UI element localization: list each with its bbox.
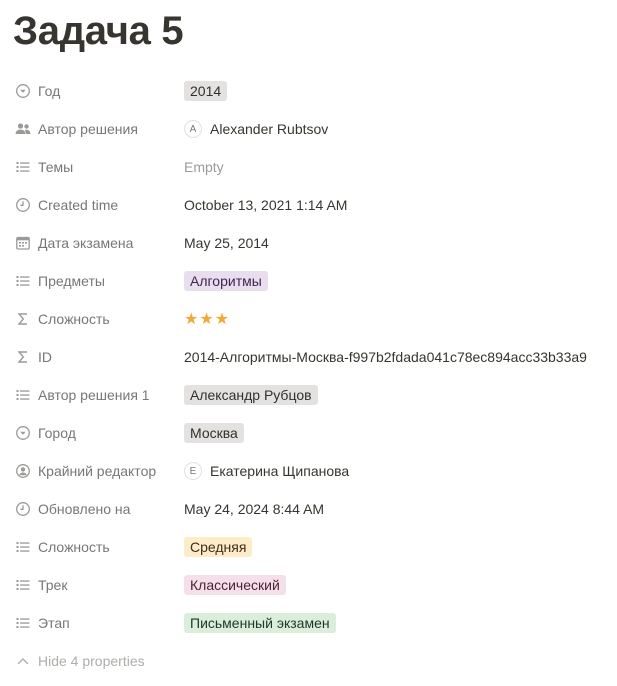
tag-badge: Письменный экзамен	[184, 613, 336, 633]
property-row: ID 2014-Алгоритмы-Москва-f997b2fdada041c7…	[0, 338, 617, 376]
property-label: Created time	[38, 197, 119, 213]
properties-list: Год 2014 Автор решения A Alexander Rubtsov Те…	[0, 72, 617, 642]
property-value[interactable]: ★★★	[184, 300, 607, 338]
property-label: Год	[38, 83, 61, 99]
property-name[interactable]: Автор решения 1	[14, 376, 179, 414]
person-circle-icon	[14, 462, 32, 480]
property-row: Обновлено на May 24, 2024 8:44 AM	[0, 490, 617, 528]
property-name[interactable]: Дата экзамена	[14, 224, 179, 262]
property-row: Автор решения A Alexander Rubtsov	[0, 110, 617, 148]
property-value[interactable]: October 13, 2021 1:14 AM	[184, 186, 607, 224]
property-row: Дата экзамена May 25, 2014	[0, 224, 617, 262]
clock-icon	[14, 196, 32, 214]
property-value[interactable]: A Alexander Rubtsov	[184, 110, 607, 148]
property-value[interactable]: May 25, 2014	[184, 224, 607, 262]
property-row: Трек Классический	[0, 566, 617, 604]
property-name[interactable]: Город	[14, 414, 179, 452]
value-text: May 24, 2024 8:44 AM	[184, 501, 325, 517]
tag-badge: Москва	[184, 423, 244, 443]
person-name: Екатерина Щипанова	[210, 463, 350, 479]
tag-badge: Средняя	[184, 537, 253, 557]
property-name[interactable]: Год	[14, 72, 179, 110]
property-row: Автор решения 1 Александр Рубцов	[0, 376, 617, 414]
star-rating: ★★★	[184, 311, 231, 328]
property-row: Год 2014	[0, 72, 617, 110]
list-icon	[14, 538, 32, 556]
property-row: Темы Empty	[0, 148, 617, 186]
value-text: 2014-Алгоритмы-Москва-f997b2fdada041c78e…	[184, 349, 587, 365]
property-value[interactable]: Москва	[184, 414, 607, 452]
property-label: ID	[38, 349, 52, 365]
property-label: Автор решения 1	[38, 387, 150, 403]
tag-badge: 2014	[184, 81, 228, 101]
property-label: Трек	[38, 577, 68, 593]
property-row: Created time October 13, 2021 1:14 AM	[0, 186, 617, 224]
select-icon	[14, 82, 32, 100]
calendar-icon	[14, 234, 32, 252]
property-row: Предметы Алгоритмы	[0, 262, 617, 300]
property-label: Дата экзамена	[38, 235, 134, 251]
property-label: Крайний редактор	[38, 463, 157, 479]
property-row: Этап Письменный экзамен	[0, 604, 617, 642]
list-icon	[14, 576, 32, 594]
property-value[interactable]: 2014-Алгоритмы-Москва-f997b2fdada041c78e…	[184, 338, 607, 376]
property-name[interactable]: ID	[14, 338, 179, 376]
property-name[interactable]: Created time	[14, 186, 179, 224]
person-name: Alexander Rubtsov	[210, 121, 329, 137]
list-icon	[14, 272, 32, 290]
value-text: October 13, 2021 1:14 AM	[184, 197, 348, 213]
property-row: Сложность ★★★	[0, 300, 617, 338]
avatar: A	[184, 120, 202, 138]
tag-badge: Александр Рубцов	[184, 385, 318, 405]
property-label: Сложность	[38, 539, 110, 555]
property-label: Этап	[38, 615, 70, 631]
clock-icon	[14, 500, 32, 518]
property-name[interactable]: Темы	[14, 148, 179, 186]
property-row: Крайний редактор E Екатерина Щипанова	[0, 452, 617, 490]
list-icon	[14, 386, 32, 404]
chevron-up-icon	[14, 654, 32, 668]
property-label: Обновлено на	[38, 501, 131, 517]
list-icon	[14, 158, 32, 176]
property-value[interactable]: 2014	[184, 72, 607, 110]
property-value[interactable]: Алгоритмы	[184, 262, 607, 300]
property-value[interactable]: Письменный экзамен	[184, 604, 607, 642]
property-label: Автор решения	[38, 121, 138, 137]
value-text: May 25, 2014	[184, 235, 269, 251]
property-name[interactable]: Автор решения	[14, 110, 179, 148]
property-label: Предметы	[38, 273, 105, 289]
person-chip: E Екатерина Щипанова	[184, 462, 349, 480]
property-name[interactable]: Сложность	[14, 528, 179, 566]
property-value[interactable]: E Екатерина Щипанова	[184, 452, 607, 490]
property-row: Сложность Средняя	[0, 528, 617, 566]
avatar: E	[184, 462, 202, 480]
property-row: Город Москва	[0, 414, 617, 452]
property-name[interactable]: Обновлено на	[14, 490, 179, 528]
hide-properties-label: Hide 4 properties	[38, 653, 145, 669]
property-value[interactable]: Александр Рубцов	[184, 376, 607, 414]
hide-properties-button[interactable]: Hide 4 properties	[14, 644, 145, 678]
property-name[interactable]: Сложность	[14, 300, 179, 338]
property-label: Сложность	[38, 311, 110, 327]
sigma-icon	[14, 310, 32, 328]
property-name[interactable]: Крайний редактор	[14, 452, 179, 490]
tag-badge: Классический	[184, 575, 286, 595]
property-value[interactable]: May 24, 2024 8:44 AM	[184, 490, 607, 528]
property-name[interactable]: Этап	[14, 604, 179, 642]
property-label: Город	[38, 425, 76, 441]
property-value[interactable]: Empty	[184, 148, 607, 186]
page-title[interactable]: Задача 5	[13, 8, 184, 54]
select-icon	[14, 424, 32, 442]
property-value[interactable]: Классический	[184, 566, 607, 604]
property-name[interactable]: Предметы	[14, 262, 179, 300]
person-chip: A Alexander Rubtsov	[184, 120, 328, 138]
tag-badge: Алгоритмы	[184, 271, 268, 291]
empty-placeholder: Empty	[184, 159, 224, 175]
sigma-icon	[14, 348, 32, 366]
people-icon	[14, 120, 32, 138]
property-value[interactable]: Средняя	[184, 528, 607, 566]
list-icon	[14, 614, 32, 632]
property-label: Темы	[38, 159, 74, 175]
property-name[interactable]: Трек	[14, 566, 179, 604]
